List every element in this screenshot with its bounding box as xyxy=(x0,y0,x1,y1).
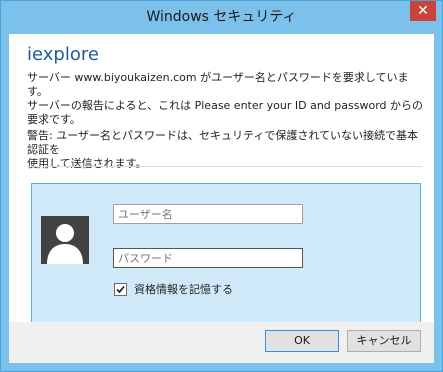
warning-line: 使用して送信されます。 xyxy=(27,157,147,170)
auth-message: サーバー www.biyoukaizen.com がユーザー名とパスワードを要求… xyxy=(27,71,427,127)
username-field[interactable] xyxy=(113,204,303,224)
title-bar[interactable]: Windows セキュリティ ✕ xyxy=(1,1,442,34)
window-frame-bottom xyxy=(1,363,442,371)
remember-label: 資格情報を記憶する xyxy=(134,283,233,296)
warning-line: 警告: ユーザー名とパスワードは、セキュリティで保護されていない接続で基本認証を xyxy=(27,129,418,156)
window-frame-left xyxy=(1,34,9,371)
window-frame-right xyxy=(434,34,442,371)
close-button[interactable]: ✕ xyxy=(410,1,436,21)
credential-panel: 資格情報を記憶する xyxy=(31,183,421,335)
check-icon xyxy=(116,285,125,293)
checkbox[interactable] xyxy=(114,282,127,296)
password-field[interactable] xyxy=(113,248,303,268)
message-line: サーバーの報告によると、これは Please enter your ID and… xyxy=(27,99,423,112)
message-line: 要求です。 xyxy=(27,113,81,126)
app-name: iexplore xyxy=(27,44,99,65)
security-warning: 警告: ユーザー名とパスワードは、セキュリティで保護されていない接続で基本認証を… xyxy=(27,129,427,171)
remember-credentials-checkbox[interactable]: 資格情報を記憶する xyxy=(114,281,233,297)
user-avatar-icon xyxy=(41,216,89,264)
security-dialog: Windows セキュリティ ✕ iexplore サーバー www.biyou… xyxy=(0,0,443,372)
window-title: Windows セキュリティ xyxy=(146,9,297,25)
cancel-button[interactable]: キャンセル xyxy=(347,330,421,352)
button-bar: OK キャンセル xyxy=(9,322,434,363)
close-icon: ✕ xyxy=(417,3,429,19)
divider xyxy=(27,166,422,167)
dialog-content: iexplore サーバー www.biyoukaizen.com がユーザー名… xyxy=(9,34,434,335)
message-line: サーバー www.biyoukaizen.com がユーザー名とパスワードを要求… xyxy=(27,71,409,98)
ok-button[interactable]: OK xyxy=(265,330,339,352)
